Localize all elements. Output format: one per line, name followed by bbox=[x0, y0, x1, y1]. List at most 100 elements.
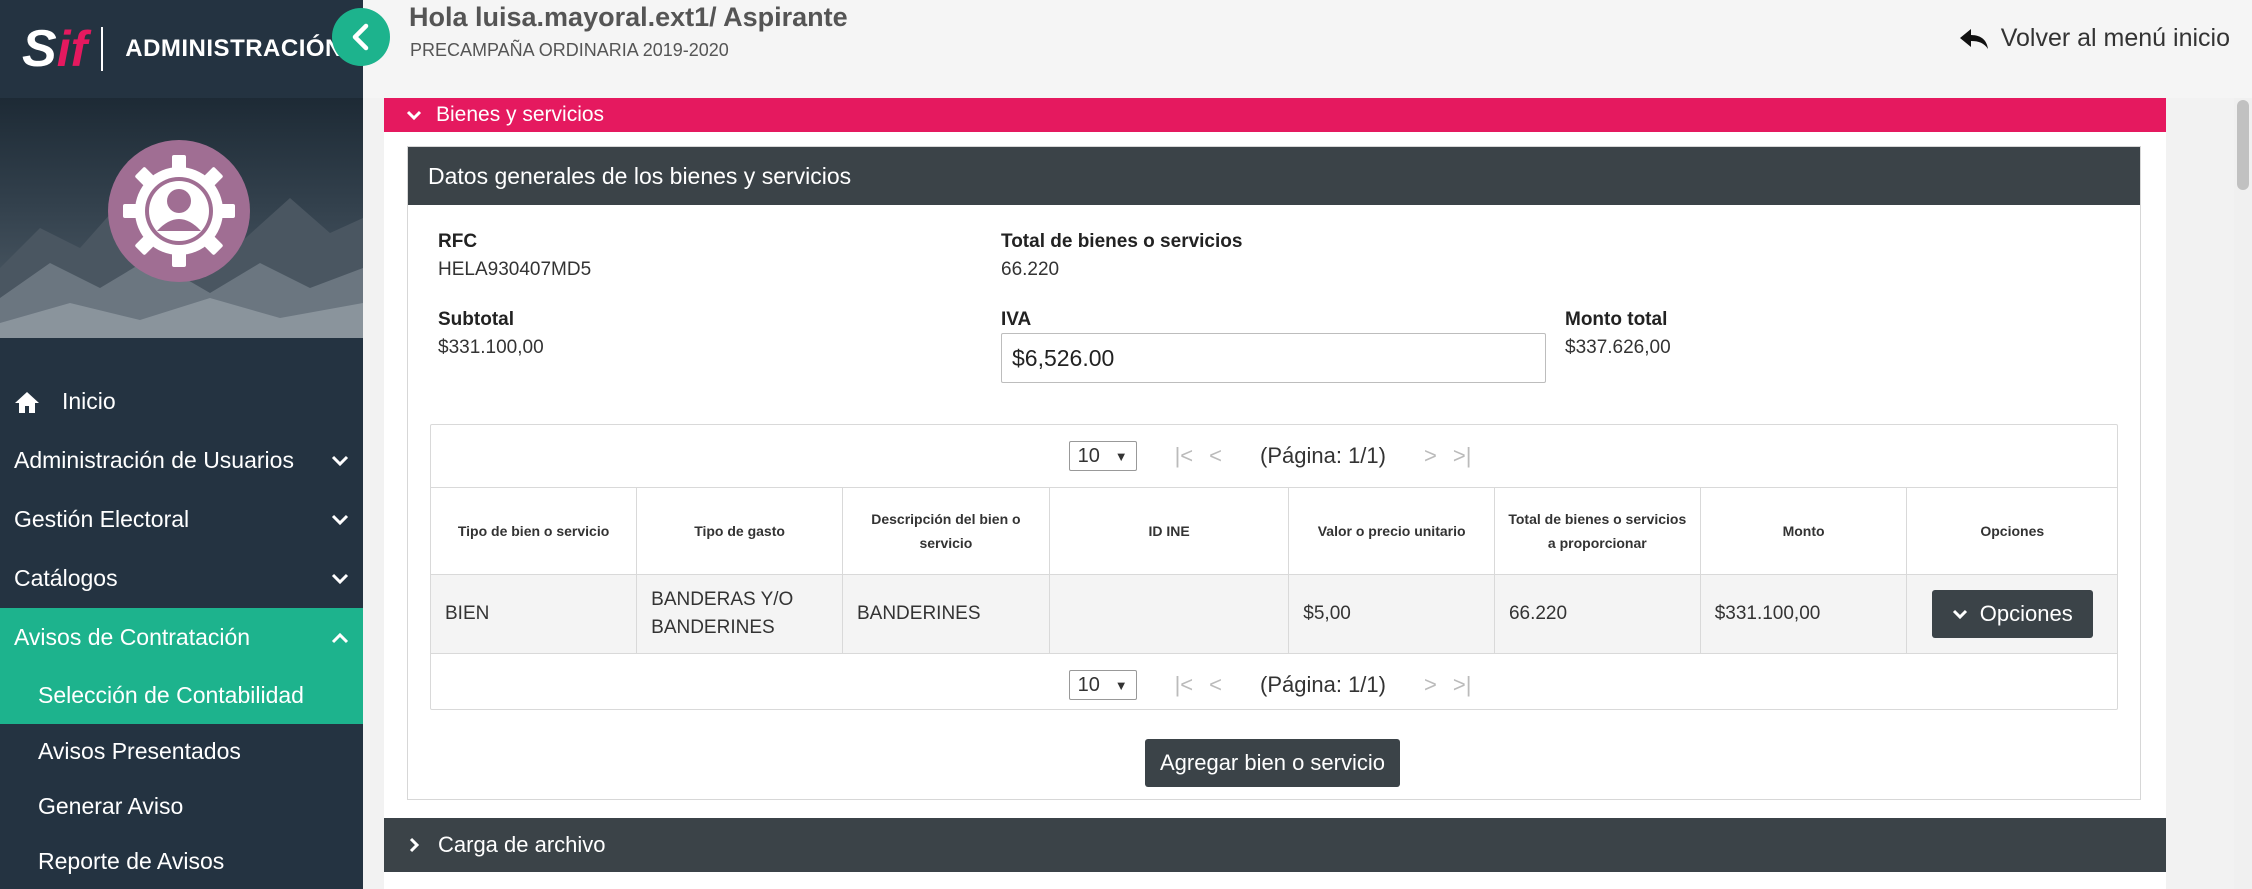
sidebar-subitem-reporte-avisos[interactable]: Reporte de Avisos bbox=[0, 834, 363, 889]
chevron-right-icon bbox=[408, 837, 420, 853]
last-page-icon[interactable]: >| bbox=[1453, 672, 1472, 698]
first-page-icon[interactable]: |< bbox=[1175, 672, 1194, 698]
table-row: BIEN BANDERAS Y/O BANDERINES BANDERINES … bbox=[431, 574, 2117, 654]
sidebar-item-inicio[interactable]: Inicio bbox=[0, 372, 363, 431]
brand-divider bbox=[101, 27, 104, 71]
sidebar: S if ADMINISTRACIÓN Inicio Administració… bbox=[0, 0, 363, 889]
page-size-select[interactable]: 10 ▼ bbox=[1068, 441, 1137, 471]
sidebar-item-avisos-contratacion[interactable]: Avisos de Contratación bbox=[0, 608, 363, 667]
logo-if: if bbox=[56, 21, 88, 77]
process-name: PRECAMPAÑA ORDINARIA 2019-2020 bbox=[410, 40, 729, 60]
sidebar-subitem-label: Selección de Contabilidad bbox=[38, 682, 304, 708]
avatar bbox=[108, 140, 250, 282]
first-page-icon[interactable]: |< bbox=[1175, 443, 1194, 469]
pager-bottom: 10 ▼ |< < (Página: 1/1) > >| bbox=[431, 654, 2117, 716]
page-size-select[interactable]: 10 ▼ bbox=[1068, 670, 1137, 700]
monto-total-field: Monto total $337.626,00 bbox=[1565, 309, 1671, 359]
prev-page-icon[interactable]: < bbox=[1209, 672, 1222, 698]
column-header: Valor o precio unitario bbox=[1288, 487, 1495, 575]
section-bienes-servicios-header[interactable]: Bienes y servicios bbox=[384, 98, 2166, 132]
cell-descripcion: BANDERINES bbox=[841, 574, 1050, 654]
add-item-button[interactable]: Agregar bien o servicio bbox=[1145, 739, 1400, 787]
sidebar-subitem-avisos-presentados[interactable]: Avisos Presentados bbox=[0, 724, 363, 779]
logo-s: S bbox=[22, 20, 57, 78]
back-to-menu-link[interactable]: Volver al menú inicio bbox=[1959, 24, 2230, 53]
brand-bar: S if ADMINISTRACIÓN bbox=[0, 0, 363, 98]
cell-valor-unitario: $5,00 bbox=[1288, 574, 1495, 654]
subtotal-field: Subtotal $331.100,00 bbox=[438, 309, 544, 359]
sif-logo: S if bbox=[22, 19, 87, 79]
main-area: Bienes y servicios Datos generales de lo… bbox=[363, 98, 2252, 889]
sidebar-item-usuarios[interactable]: Administración de Usuarios bbox=[0, 431, 363, 490]
page-label: (Página: 1/1) bbox=[1260, 672, 1386, 697]
items-table-box: 10 ▼ |< < (Página: 1/1) > >| Tipo de bie… bbox=[430, 424, 2118, 710]
cell-total-bienes: 66.220 bbox=[1493, 574, 1701, 654]
caret-down-icon: ▼ bbox=[1114, 448, 1128, 464]
next-page-icon[interactable]: > bbox=[1424, 672, 1437, 698]
sidebar-item-gestion-electoral[interactable]: Gestión Electoral bbox=[0, 490, 363, 549]
subtotal-label: Subtotal bbox=[438, 309, 514, 330]
chevron-down-icon bbox=[331, 455, 349, 466]
sidebar-subitem-seleccion-contabilidad[interactable]: Selección de Contabilidad bbox=[0, 667, 363, 724]
column-header: Tipo de gasto bbox=[636, 487, 843, 575]
user-greeting: Hola luisa.mayoral.ext1/ Aspirante bbox=[409, 2, 848, 32]
cell-monto: $331.100,00 bbox=[1699, 574, 1908, 654]
section-title: Carga de archivo bbox=[438, 832, 606, 857]
prev-page-icon[interactable]: < bbox=[1209, 443, 1222, 469]
sidebar-item-label: Avisos de Contratación bbox=[14, 624, 251, 650]
cell-id-ine bbox=[1048, 574, 1290, 654]
iva-input[interactable]: $6,526.00 bbox=[1001, 333, 1546, 383]
scrollbar-thumb[interactable] bbox=[2237, 100, 2249, 190]
cell-tipo-bien: BIEN bbox=[431, 574, 638, 654]
iva-field: IVA bbox=[1001, 309, 1031, 331]
rfc-label: RFC bbox=[438, 231, 478, 252]
rfc-value: HELA930407MD5 bbox=[438, 259, 592, 280]
page-scrollbar[interactable] bbox=[2234, 98, 2252, 889]
sidebar-subitem-generar-aviso[interactable]: Generar Aviso bbox=[0, 779, 363, 834]
user-gear-icon bbox=[123, 155, 235, 267]
general-data-card: Datos generales de los bienes y servicio… bbox=[407, 146, 2141, 800]
profile-banner bbox=[0, 98, 363, 338]
chevron-up-icon bbox=[331, 632, 349, 643]
pager-top: 10 ▼ |< < (Página: 1/1) > >| bbox=[431, 425, 2117, 487]
options-button-label: Opciones bbox=[1979, 601, 2073, 626]
cell-opciones: Opciones bbox=[1906, 574, 2117, 654]
total-field: Total de bienes o servicios 66.220 bbox=[1001, 231, 1242, 281]
sidebar-collapse-button[interactable] bbox=[332, 8, 390, 66]
chevron-down-icon bbox=[406, 109, 422, 121]
sidebar-item-label: Inicio bbox=[62, 388, 116, 414]
column-header: Opciones bbox=[1906, 487, 2117, 575]
sidebar-item-label: Gestión Electoral bbox=[14, 506, 190, 532]
reply-arrow-icon bbox=[1959, 28, 1988, 49]
back-link-label: Volver al menú inicio bbox=[2000, 24, 2230, 52]
chevron-down-icon bbox=[331, 573, 349, 584]
sidebar-nav: Inicio Administración de Usuarios Gestió… bbox=[0, 372, 363, 889]
sidebar-item-label: Administración de Usuarios bbox=[14, 447, 294, 473]
next-page-icon[interactable]: > bbox=[1424, 443, 1437, 469]
page-label: (Página: 1/1) bbox=[1260, 443, 1386, 468]
last-page-icon[interactable]: >| bbox=[1453, 443, 1472, 469]
options-button[interactable]: Opciones bbox=[1931, 590, 2093, 638]
sidebar-title: ADMINISTRACIÓN bbox=[125, 35, 343, 62]
page-size-value: 10 bbox=[1077, 444, 1100, 467]
column-header: Monto bbox=[1699, 487, 1908, 575]
column-header: Descripción del bien o servicio bbox=[841, 487, 1050, 575]
monto-total-label: Monto total bbox=[1565, 309, 1668, 330]
subtotal-value: $331.100,00 bbox=[438, 337, 544, 358]
sidebar-subitem-label: Generar Aviso bbox=[38, 793, 184, 819]
section-carga-archivo-header[interactable]: Carga de archivo bbox=[384, 818, 2166, 872]
sidebar-item-catalogos[interactable]: Catálogos bbox=[0, 549, 363, 608]
sidebar-subitem-label: Reporte de Avisos bbox=[38, 848, 225, 874]
total-value: 66.220 bbox=[1001, 259, 1060, 280]
content-panel: Bienes y servicios Datos generales de lo… bbox=[384, 98, 2166, 889]
chevron-down-icon bbox=[331, 514, 349, 525]
table-header-row: Tipo de bien o servicio Tipo de gasto De… bbox=[431, 487, 2117, 575]
section-title: Bienes y servicios bbox=[436, 103, 605, 126]
chevron-down-icon bbox=[1952, 609, 1967, 620]
items-table: Tipo de bien o servicio Tipo de gasto De… bbox=[431, 487, 2117, 654]
monto-total-value: $337.626,00 bbox=[1565, 337, 1671, 358]
top-header: Hola luisa.mayoral.ext1/ Aspirante PRECA… bbox=[363, 0, 2252, 98]
cell-tipo-gasto: BANDERAS Y/O BANDERINES bbox=[636, 574, 843, 654]
chevron-left-icon bbox=[352, 23, 369, 51]
page-size-value: 10 bbox=[1077, 673, 1100, 696]
